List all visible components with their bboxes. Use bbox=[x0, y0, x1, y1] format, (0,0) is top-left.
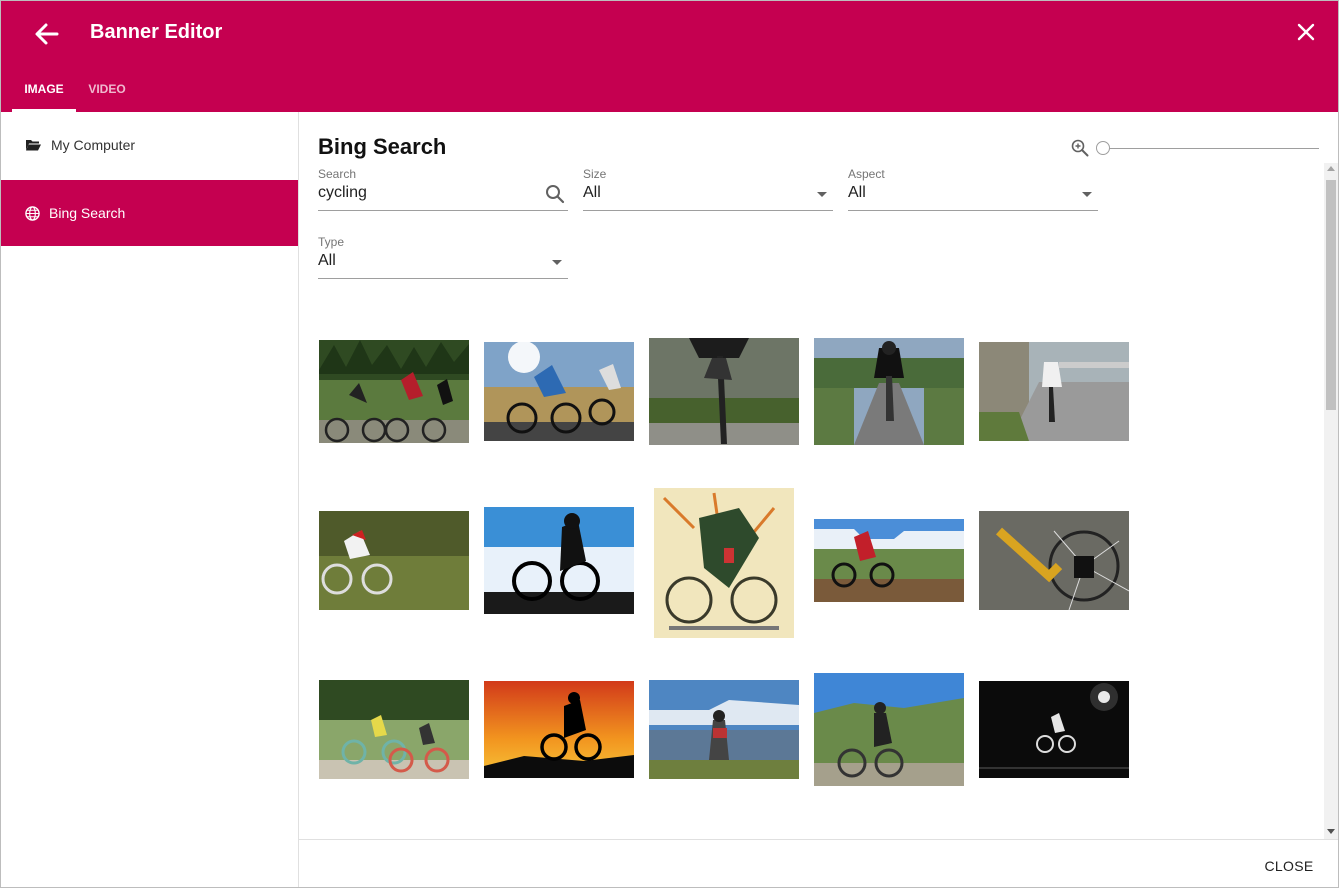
image-result-4[interactable] bbox=[814, 338, 964, 445]
zoom-slider-thumb[interactable] bbox=[1096, 141, 1110, 155]
search-input[interactable] bbox=[318, 182, 538, 204]
bing-search-panel: Bing Search Search Size All Aspect All bbox=[299, 112, 1338, 839]
aspect-select[interactable]: Aspect All bbox=[848, 167, 1098, 213]
dialog-footer: CLOSE bbox=[299, 839, 1338, 887]
back-arrow-icon[interactable] bbox=[31, 19, 61, 49]
image-result-12[interactable] bbox=[484, 681, 634, 778]
aspect-value: All bbox=[848, 184, 866, 201]
type-underline bbox=[318, 278, 568, 279]
close-icon[interactable] bbox=[1295, 21, 1317, 43]
sidebar-item-my-computer[interactable]: My Computer bbox=[1, 112, 298, 178]
image-result-2[interactable] bbox=[484, 342, 634, 441]
chevron-down-icon bbox=[817, 192, 827, 197]
zoom-in-icon bbox=[1071, 139, 1089, 157]
chevron-down-icon bbox=[1082, 192, 1092, 197]
scroll-up-arrow-icon[interactable] bbox=[1327, 166, 1335, 171]
scroll-down-arrow-icon[interactable] bbox=[1327, 829, 1335, 834]
aspect-label: Aspect bbox=[848, 167, 885, 181]
search-label: Search bbox=[318, 167, 357, 181]
image-result-6[interactable] bbox=[319, 511, 469, 610]
image-result-11[interactable] bbox=[319, 680, 469, 779]
search-icon[interactable] bbox=[545, 184, 565, 204]
panel-title: Bing Search bbox=[318, 134, 447, 159]
close-button[interactable]: CLOSE bbox=[1249, 852, 1329, 880]
type-value: All bbox=[318, 252, 336, 269]
size-label: Size bbox=[583, 167, 607, 181]
image-result-10[interactable] bbox=[979, 511, 1129, 610]
sidebar-item-label: My Computer bbox=[51, 137, 136, 153]
dialog-header: Banner Editor IMAGE VIDEO bbox=[1, 1, 1338, 112]
size-underline bbox=[583, 210, 833, 211]
image-result-8[interactable] bbox=[654, 488, 794, 638]
size-value: All bbox=[583, 184, 601, 201]
image-result-13[interactable] bbox=[649, 680, 799, 779]
tab-video[interactable]: VIDEO bbox=[76, 81, 138, 97]
folder-open-icon bbox=[25, 138, 41, 152]
image-result-9[interactable] bbox=[814, 519, 964, 602]
image-result-14[interactable] bbox=[814, 673, 964, 786]
dialog-title: Banner Editor bbox=[90, 21, 223, 43]
search-field: Search bbox=[318, 167, 568, 213]
tab-image[interactable]: IMAGE bbox=[12, 81, 76, 97]
scrollbar-thumb[interactable] bbox=[1326, 180, 1336, 410]
zoom-slider-track[interactable] bbox=[1103, 148, 1319, 149]
globe-icon bbox=[25, 206, 41, 221]
type-select[interactable]: Type All bbox=[318, 235, 568, 281]
type-label: Type bbox=[318, 235, 345, 249]
aspect-underline bbox=[848, 210, 1098, 211]
image-result-15[interactable] bbox=[979, 681, 1129, 778]
image-result-3[interactable] bbox=[649, 338, 799, 445]
chevron-down-icon bbox=[552, 260, 562, 265]
size-select[interactable]: Size All bbox=[583, 167, 833, 213]
sidebar-item-label: Bing Search bbox=[49, 205, 126, 221]
sidebar-item-bing-search[interactable]: Bing Search bbox=[1, 180, 298, 246]
search-underline bbox=[318, 210, 568, 211]
image-result-1[interactable] bbox=[319, 340, 469, 443]
banner-editor-dialog: Banner Editor IMAGE VIDEO My Computer Bi… bbox=[0, 0, 1339, 888]
source-sidebar: My Computer Bing Search bbox=[1, 112, 299, 887]
image-result-5[interactable] bbox=[979, 342, 1129, 441]
image-result-7[interactable] bbox=[484, 507, 634, 614]
